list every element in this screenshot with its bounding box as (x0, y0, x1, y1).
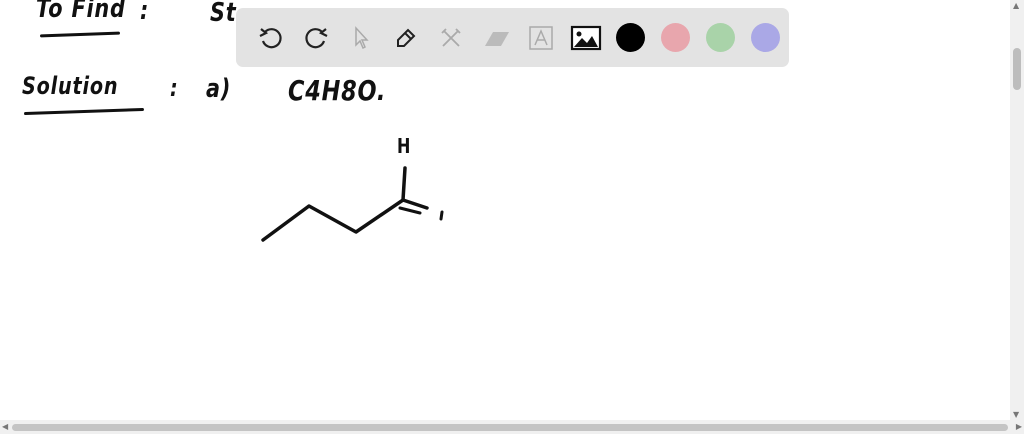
image-icon (570, 25, 601, 50)
redo-button[interactable] (293, 15, 338, 60)
horizontal-scrollbar[interactable]: ◀ ▶ (0, 420, 1024, 434)
scroll-right-arrow-icon[interactable]: ▶ (1016, 422, 1022, 431)
color-pink[interactable] (653, 15, 698, 60)
vertical-scroll-thumb[interactable] (1013, 48, 1021, 90)
text-button[interactable] (518, 15, 563, 60)
color-swatch (751, 23, 780, 52)
pen-icon (396, 28, 415, 47)
redo-icon (304, 27, 327, 48)
scroll-up-arrow-icon[interactable]: ▲ (1013, 1, 1019, 10)
color-swatch (661, 23, 690, 52)
drawing-toolbar (236, 8, 789, 67)
color-swatch (706, 23, 735, 52)
color-swatch (616, 23, 645, 52)
tools-icon (440, 27, 461, 47)
vertical-scrollbar[interactable]: ▲ ▼ (1010, 0, 1024, 420)
undo-button[interactable] (248, 15, 293, 60)
eraser-button[interactable] (473, 15, 518, 60)
eraser-icon (484, 31, 509, 46)
pen-button[interactable] (383, 15, 428, 60)
color-green[interactable] (698, 15, 743, 60)
horizontal-scroll-thumb[interactable] (12, 424, 1008, 431)
tools-button[interactable] (428, 15, 473, 60)
scroll-down-arrow-icon[interactable]: ▼ (1013, 410, 1019, 419)
color-black[interactable] (608, 15, 653, 60)
image-button[interactable] (563, 15, 608, 60)
pointer-button[interactable] (338, 15, 383, 60)
pointer-icon (354, 25, 369, 49)
color-purple[interactable] (743, 15, 788, 60)
scroll-left-arrow-icon[interactable]: ◀ (2, 422, 8, 431)
undo-icon (259, 27, 282, 48)
text-icon (528, 25, 553, 50)
